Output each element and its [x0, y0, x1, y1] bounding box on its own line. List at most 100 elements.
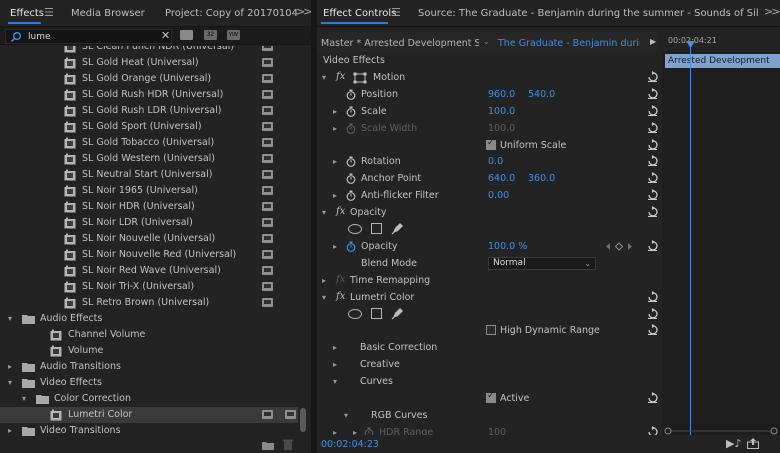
timeline-clip[interactable]: Arrested Development — [665, 54, 780, 68]
search-input[interactable] — [28, 31, 153, 43]
property-value[interactable]: 100.0 — [488, 106, 515, 117]
export-icon[interactable] — [747, 438, 759, 449]
fx-toggle-icon[interactable]: fx — [336, 71, 345, 82]
expand-triangle-closed-icon[interactable]: ▸ — [333, 343, 337, 352]
play-audio-icon[interactable]: ▶♪ — [726, 437, 741, 450]
blend-mode-select[interactable]: Normal ⌄ — [488, 256, 596, 270]
expand-triangle-open-icon[interactable]: ▾ — [322, 73, 326, 82]
effect-row[interactable]: SL Noir Nouvelle Red (Universal) — [0, 247, 298, 263]
fx-toggle-icon[interactable]: fx — [336, 206, 345, 217]
fx-toggle-icon[interactable]: fx — [336, 274, 345, 285]
tab-effect-controls[interactable]: Effect Controls — [323, 8, 396, 19]
expand-triangle-closed-icon[interactable]: ▸ — [8, 362, 12, 371]
reset-parameter-icon[interactable] — [647, 155, 658, 167]
expand-triangle-closed-icon[interactable]: ▸ — [353, 428, 357, 435]
tab-project[interactable]: Project: Copy of 20170104 — [165, 8, 298, 19]
reset-parameter-icon[interactable] — [647, 138, 658, 150]
stopwatch-icon[interactable] — [346, 156, 356, 168]
overflow-chevron-icon[interactable]: >> — [764, 5, 780, 18]
effect-row[interactable]: Volume — [0, 343, 298, 359]
effect-row[interactable]: SL Gold Western (Universal) — [0, 151, 298, 167]
pen-mask-icon[interactable] — [391, 222, 404, 235]
scrollbar-thumb[interactable] — [300, 408, 306, 432]
property-value[interactable]: 0.0 — [488, 156, 503, 167]
stopwatch-icon[interactable] — [346, 106, 356, 117]
expand-triangle-closed-icon[interactable]: ▸ — [333, 157, 337, 166]
reset-parameter-icon[interactable] — [647, 290, 658, 302]
effect-row[interactable]: SL Gold Rush LDR (Universal) — [0, 103, 298, 119]
reset-parameter-icon[interactable] — [647, 324, 658, 336]
reset-parameter-icon[interactable] — [647, 70, 658, 82]
effect-row[interactable]: SL Neutral Start (Universal) — [0, 167, 298, 183]
ellipse-mask-icon[interactable] — [348, 308, 362, 319]
effect-row[interactable]: SL Gold Heat (Universal) — [0, 55, 298, 71]
effect-row[interactable]: SL Noir Red Wave (Universal) — [0, 263, 298, 279]
effect-row[interactable]: Channel Volume — [0, 327, 298, 343]
clear-search-icon[interactable]: ✕ — [161, 29, 170, 42]
folder-row[interactable]: ▸ Audio Transitions — [0, 359, 298, 375]
reset-parameter-icon[interactable] — [647, 425, 658, 435]
reset-parameter-icon[interactable] — [647, 87, 658, 99]
reset-parameter-icon[interactable] — [647, 104, 658, 116]
master-clip-label[interactable]: Master * Arrested Development Se... — [321, 38, 479, 49]
expand-triangle-open-icon[interactable]: ▾ — [344, 411, 348, 420]
expand-triangle-closed-icon[interactable]: ▸ — [333, 428, 337, 435]
checkbox[interactable] — [486, 325, 496, 336]
rectangle-mask-icon[interactable] — [371, 223, 382, 234]
folder-row[interactable]: ▾ Color Correction — [0, 391, 298, 407]
expand-triangle-open-icon[interactable]: ▾ — [8, 314, 12, 323]
expand-triangle-closed-icon[interactable]: ▸ — [333, 107, 337, 116]
new-bin-icon[interactable] — [262, 440, 274, 450]
reset-parameter-icon[interactable] — [647, 307, 658, 319]
chevron-down-icon[interactable]: ⌄ — [483, 37, 490, 46]
panel-menu-icon[interactable]: ☰ — [391, 6, 401, 19]
expand-triangle-closed-icon[interactable]: ▸ — [322, 276, 326, 285]
checkbox[interactable] — [486, 138, 496, 150]
stopwatch-icon[interactable] — [346, 190, 356, 202]
reset-parameter-icon[interactable] — [647, 392, 658, 403]
fx-toggle-icon[interactable]: fx — [336, 291, 345, 302]
expand-triangle-open-icon[interactable]: ▾ — [22, 394, 26, 403]
effect-row[interactable]: SL Gold Tobacco (Universal) — [0, 135, 298, 151]
motion-transform-icon[interactable] — [353, 72, 367, 84]
folder-row[interactable]: ▾ Video Effects — [0, 375, 298, 391]
yuv-filter-icon[interactable]: YUV — [227, 30, 240, 40]
accelerated-filter-icon[interactable] — [180, 30, 193, 40]
play-only-icon[interactable]: ▶ — [650, 37, 656, 46]
expand-triangle-open-icon[interactable]: ▾ — [322, 208, 326, 217]
timeline-zoom-scrollbar[interactable] — [662, 427, 780, 435]
effect-row[interactable]: SL Retro Brown (Universal) — [0, 295, 298, 311]
effects-scrollbar[interactable] — [298, 46, 308, 438]
expand-triangle-open-icon[interactable]: ▾ — [322, 293, 326, 302]
reset-parameter-icon[interactable] — [647, 121, 658, 133]
property-value[interactable]: 100.0 — [488, 123, 515, 134]
expand-triangle-closed-icon[interactable]: ▸ — [333, 124, 337, 133]
ellipse-mask-icon[interactable] — [348, 224, 362, 234]
effect-row[interactable]: SL Noir Nouvelle (Universal) — [0, 231, 298, 247]
expand-triangle-closed-icon[interactable]: ▸ — [8, 426, 12, 435]
overflow-chevron-icon[interactable]: >> — [296, 5, 311, 18]
property-value[interactable]: 0.00 — [488, 190, 509, 201]
effect-row[interactable]: SL Gold Rush HDR (Universal) — [0, 87, 298, 103]
checkbox[interactable] — [486, 391, 496, 403]
reset-parameter-icon[interactable] — [647, 172, 658, 184]
rectangle-mask-icon[interactable] — [371, 307, 382, 319]
property-value[interactable]: 960.0 — [488, 89, 515, 100]
expand-triangle-closed-icon[interactable]: ▸ — [333, 242, 337, 251]
timeline-ruler[interactable]: 00:02:04:21 — [662, 32, 780, 52]
stopwatch-icon[interactable] — [346, 89, 356, 100]
effect-row[interactable]: SL Gold Sport (Universal) — [0, 119, 298, 135]
reset-parameter-icon[interactable] — [647, 206, 658, 218]
panel-menu-icon[interactable]: ☰ — [44, 6, 54, 19]
property-value[interactable]: 640.0 — [488, 173, 515, 184]
reset-parameter-icon[interactable] — [647, 239, 658, 251]
keyframe-navigator-icon[interactable] — [606, 242, 632, 251]
effect-row[interactable]: SL Noir Tri-X (Universal) — [0, 279, 298, 295]
tab-source[interactable]: Source: The Graduate - Benjamin during t… — [418, 8, 758, 19]
tab-media-browser[interactable]: Media Browser — [71, 8, 145, 19]
expand-triangle-open-icon[interactable]: ▾ — [8, 378, 12, 387]
stopwatch-icon[interactable] — [346, 241, 356, 252]
effect-row[interactable]: SL Clean Punch NDR (Universal) — [0, 46, 298, 55]
current-timecode[interactable]: 00:02:04:23 — [321, 439, 379, 450]
effect-row[interactable]: SL Gold Orange (Universal) — [0, 71, 298, 87]
